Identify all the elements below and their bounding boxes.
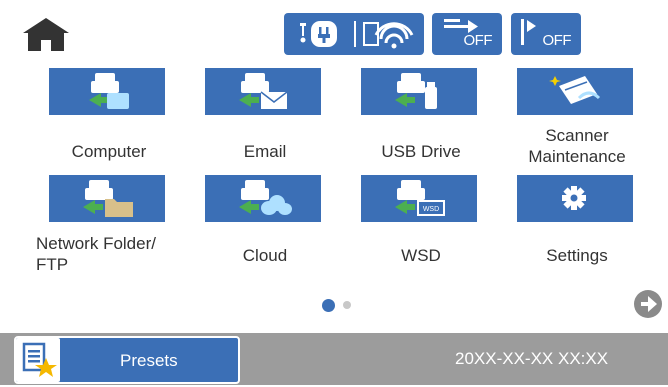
menu-label-computer: Computer bbox=[71, 142, 147, 161]
menu-label-network-folder: Network Folder/ FTP bbox=[36, 233, 196, 275]
datetime-display: 20XX-XX-XX XX:XX bbox=[455, 349, 609, 368]
cloud-button[interactable] bbox=[205, 175, 321, 222]
svg-text:WSD: WSD bbox=[423, 206, 439, 213]
scanner-maintenance-line-2: Maintenance bbox=[528, 147, 626, 166]
network-folder-line-2: FTP bbox=[36, 255, 69, 274]
scanner-maintenance-line-1: Scanner bbox=[545, 126, 609, 145]
transfer-off-label: OFF bbox=[463, 32, 493, 49]
home-button[interactable] bbox=[22, 18, 70, 54]
menu-label-cloud: Cloud bbox=[242, 246, 288, 265]
top-bar: OFF OFF bbox=[0, 0, 668, 62]
menu-item-scanner-maintenance[interactable]: Scanner Maintenance bbox=[497, 68, 657, 168]
page-dot bbox=[343, 301, 351, 309]
gear-icon bbox=[562, 186, 586, 210]
menu-item-wsd[interactable]: WSD WSD bbox=[341, 175, 501, 285]
arrow-right-icon bbox=[641, 296, 657, 312]
wsd-button[interactable]: WSD bbox=[361, 175, 477, 222]
bottom-bar: Presets 20XX-XX-XX XX:XX bbox=[0, 333, 668, 385]
network-folder-line-1: Network Folder/ bbox=[36, 234, 156, 253]
network-folder-button[interactable] bbox=[49, 175, 165, 222]
usb-drive-button[interactable] bbox=[361, 68, 477, 115]
computer-button[interactable] bbox=[49, 68, 165, 115]
scanner-maintenance-icon bbox=[549, 76, 601, 104]
page-dot-active bbox=[322, 299, 335, 312]
scanner-maintenance-button[interactable] bbox=[517, 68, 633, 115]
menu-label-settings: Settings bbox=[546, 246, 608, 265]
page-indicator bbox=[0, 296, 668, 316]
presets-icon bbox=[16, 338, 60, 382]
scan-to-computer-icon bbox=[89, 73, 129, 109]
home-icon bbox=[23, 18, 69, 51]
menu-item-email[interactable]: Email bbox=[185, 68, 345, 168]
menu-item-network-folder[interactable]: Network Folder/ FTP bbox=[29, 175, 189, 285]
scan-to-usb-icon bbox=[395, 73, 437, 109]
menu-label-wsd: WSD bbox=[401, 246, 441, 265]
settings-button[interactable] bbox=[517, 175, 633, 222]
menu-label-scanner-maintenance: Scanner Maintenance bbox=[497, 125, 657, 167]
network-adapter-icon bbox=[284, 13, 354, 55]
next-page-button[interactable] bbox=[634, 290, 662, 318]
menu-item-settings[interactable]: Settings bbox=[497, 175, 657, 285]
menu-item-computer[interactable]: Computer bbox=[29, 68, 189, 168]
transfer-off-button[interactable]: OFF bbox=[432, 13, 502, 55]
menu-label-usb-drive: USB Drive bbox=[381, 142, 461, 161]
presets-label: Presets bbox=[120, 351, 178, 370]
wifi-icon bbox=[354, 13, 424, 55]
quiet-mode-off-label: OFF bbox=[542, 32, 572, 49]
scan-to-network-folder-icon bbox=[83, 180, 133, 217]
email-button[interactable] bbox=[205, 68, 321, 115]
menu-label-email: Email bbox=[243, 142, 287, 161]
presets-button[interactable]: Presets bbox=[14, 336, 240, 384]
menu-item-cloud[interactable]: Cloud bbox=[185, 175, 345, 285]
scan-to-wsd-icon: WSD bbox=[395, 180, 445, 216]
menu-item-usb-drive[interactable]: USB Drive bbox=[341, 68, 501, 168]
scan-to-email-icon bbox=[239, 73, 288, 109]
network-status[interactable] bbox=[284, 13, 424, 55]
scan-to-cloud-icon bbox=[239, 180, 292, 215]
quiet-mode-off-button[interactable]: OFF bbox=[511, 13, 581, 55]
